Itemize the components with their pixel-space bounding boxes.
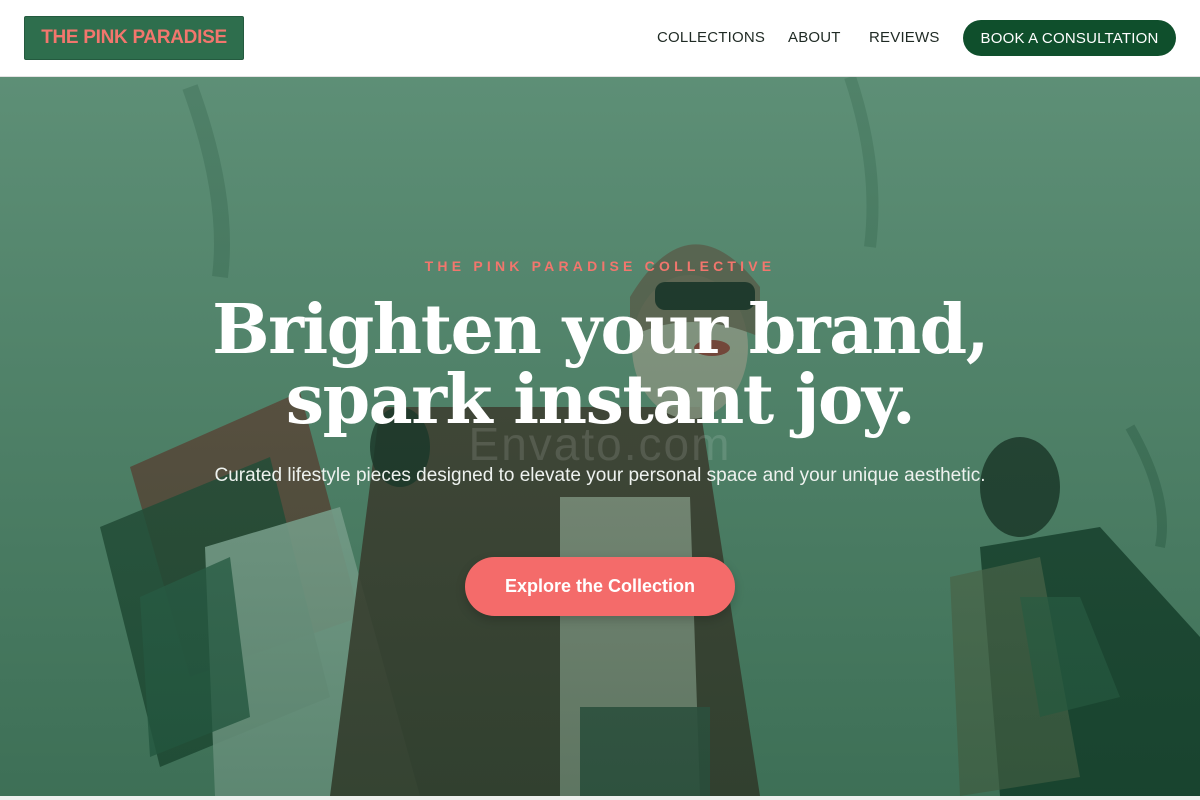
explore-collection-button[interactable]: Explore the Collection: [465, 557, 735, 616]
nav-reviews-link[interactable]: REVIEWS: [869, 28, 940, 48]
nav-about-link[interactable]: ABOUT: [788, 28, 841, 48]
hero-eyebrow: THE PINK PARADISE COLLECTIVE: [424, 258, 776, 274]
site-header: THE PINK PARADISE COLLECTIONS ABOUT REVI…: [0, 0, 1200, 77]
brand-logo[interactable]: THE PINK PARADISE: [24, 16, 244, 60]
hero-subheading: Curated lifestyle pieces designed to ele…: [214, 465, 986, 486]
book-consultation-button[interactable]: BOOK A CONSULTATION: [963, 20, 1176, 56]
headline-line-1: Brighten your brand,: [212, 290, 989, 370]
page-bottom-strip: [0, 796, 1200, 800]
headline-line-2: spark instant joy.: [285, 360, 916, 440]
hero-headline: Brighten your brand, spark instant joy.: [100, 295, 1100, 435]
nav-collections-link[interactable]: COLLECTIONS: [657, 28, 765, 48]
hero-section: Envato.com THE PINK PARADISE COLLECTIVE …: [0, 77, 1200, 796]
